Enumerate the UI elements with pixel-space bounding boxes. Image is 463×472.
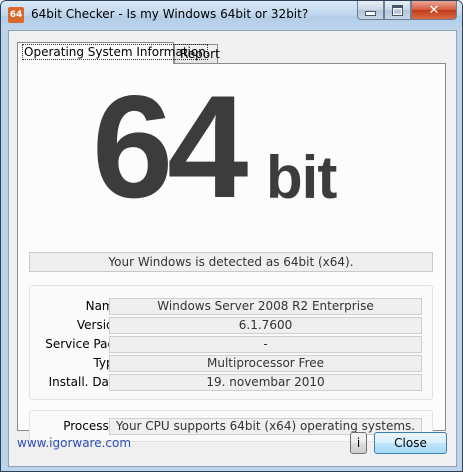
close-icon: ✕ bbox=[428, 2, 440, 18]
minimize-icon bbox=[365, 11, 376, 16]
maximize-icon bbox=[392, 4, 403, 16]
install-date-value: 19. novembar 2010 bbox=[109, 374, 422, 391]
info-button[interactable]: i bbox=[350, 432, 367, 454]
name-value: Windows Server 2008 R2 Enterprise bbox=[109, 298, 422, 315]
website-link[interactable]: www.igorware.com bbox=[17, 436, 131, 450]
os-info-panel: 64 bit Your Windows is detected as 64bit… bbox=[17, 63, 446, 442]
tab-operating-system-information[interactable]: Operating System Information bbox=[17, 42, 208, 64]
client-area: Operating System Information Report 64 b… bbox=[8, 30, 457, 467]
minimize-button[interactable] bbox=[357, 1, 384, 20]
maximize-button[interactable] bbox=[384, 1, 411, 20]
service-pack-value: - bbox=[109, 336, 422, 353]
os-details-group: Name Windows Server 2008 R2 Enterprise V… bbox=[29, 285, 433, 400]
hero-unit: bit bbox=[266, 144, 337, 211]
tab-label: Operating System Information bbox=[22, 44, 208, 60]
version-value: 6.1.7600 bbox=[109, 317, 422, 334]
close-button[interactable]: Close bbox=[374, 432, 447, 454]
app-icon: 64 bbox=[8, 7, 24, 23]
caption-buttons: ✕ bbox=[357, 1, 457, 20]
app-window: 64 64bit Checker - Is my Windows 64bit o… bbox=[0, 0, 463, 472]
title-bar[interactable]: 64 64bit Checker - Is my Windows 64bit o… bbox=[1, 1, 462, 30]
hero-number: 64 bbox=[92, 65, 248, 228]
window-close-button[interactable]: ✕ bbox=[411, 1, 457, 20]
window-title: 64bit Checker - Is my Windows 64bit or 3… bbox=[31, 7, 309, 21]
detected-status: Your Windows is detected as 64bit (x64). bbox=[29, 252, 433, 272]
type-value: Multiprocessor Free bbox=[109, 355, 422, 372]
